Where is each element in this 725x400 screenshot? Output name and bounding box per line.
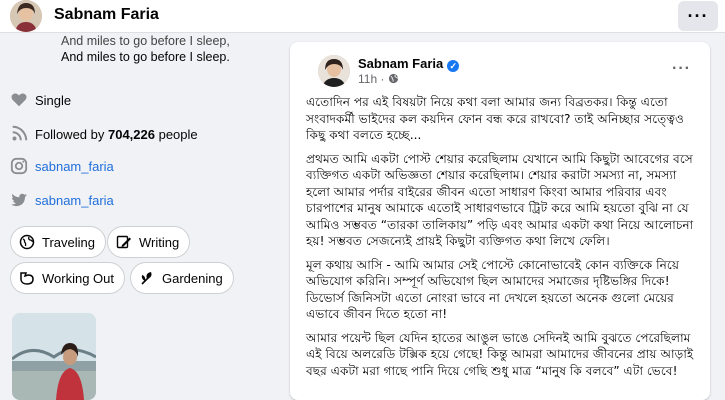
pencil-icon	[116, 234, 132, 250]
hobby-chip-traveling[interactable]: Traveling	[10, 226, 106, 258]
hobby-label: Working Out	[42, 270, 115, 286]
profile-avatar[interactable]	[10, 0, 42, 32]
followers-icon	[12, 125, 28, 141]
post-paragraph: প্রথমত আমি একটা পোস্ট শেয়ার করেছিলাম যে…	[306, 151, 694, 249]
hobby-chip-working-out[interactable]: Working Out	[10, 262, 126, 294]
twitter-row: sabnam_faria	[0, 188, 282, 212]
post-paragraph: মূল কথায় আসি - আমি আমার সেই পোস্টে কোনো…	[306, 257, 680, 322]
post-card: Sabnam Faria ✓ 11h · ··· এতোদিন পর এই বিষ…	[290, 42, 710, 400]
twitter-icon	[10, 193, 28, 207]
post-paragraph: আমার পয়েন্ট ছিল যেদিন হাতের আঙুল ভাঙে স…	[306, 330, 694, 378]
bio-line: And miles to go before I sleep.	[61, 50, 230, 64]
relationship-status: Single	[35, 92, 72, 108]
bio-line: And miles to go before I sleep,	[61, 34, 230, 48]
hobby-label: Gardening	[162, 270, 223, 286]
hobby-chip-writing[interactable]: Writing	[107, 226, 191, 258]
post-author-name[interactable]: Sabnam Faria ✓	[358, 56, 460, 72]
post-meta: 11h ·	[358, 72, 399, 86]
profile-header-bar: Sabnam Faria ···	[0, 0, 725, 33]
more-options-button[interactable]: ···	[678, 1, 718, 31]
heart-icon	[11, 93, 27, 107]
public-globe-icon	[388, 73, 398, 84]
verified-badge-icon: ✓	[447, 60, 460, 72]
post-author-avatar[interactable]	[318, 55, 350, 87]
twitter-link[interactable]: sabnam_faria	[35, 193, 114, 208]
post-text: এতোদিন পর এই বিষয়টা নিয়ে কথা বলা আমার …	[306, 94, 704, 386]
followers-row: Followed by 704,226 people	[0, 122, 282, 146]
followers-prefix: Followed by	[35, 126, 108, 142]
hobby-label: Writing	[139, 234, 180, 250]
author-name-text: Sabnam Faria	[358, 56, 444, 71]
post-timestamp[interactable]: 11h	[358, 72, 377, 86]
post-options-icon[interactable]: ···	[672, 60, 691, 78]
instagram-link[interactable]: sabnam_faria	[35, 159, 114, 174]
photo-thumbnail[interactable]	[12, 313, 96, 400]
instagram-icon	[10, 157, 28, 175]
meta-separator: ·	[380, 72, 385, 86]
bicep-icon	[19, 270, 35, 286]
relationship-row: Single	[0, 88, 282, 112]
followers-count: 704,226	[107, 126, 155, 142]
post-paragraph: এতোদিন পর এই বিষয়টা নিয়ে কথা বলা আমার …	[306, 95, 684, 142]
followers-text: Followed by 704,226 people	[35, 127, 198, 142]
instagram-row: sabnam_faria	[0, 154, 282, 178]
intro-column: And miles to go before I sleep, And mile…	[0, 33, 282, 400]
profile-name[interactable]: Sabnam Faria	[54, 6, 159, 24]
more-options-icon: ···	[687, 6, 709, 26]
hobby-chip-gardening[interactable]: Gardening	[130, 262, 234, 294]
hobby-label: Traveling	[42, 234, 95, 250]
globe-icon	[19, 234, 35, 250]
followers-suffix: people	[154, 126, 198, 142]
plant-icon	[139, 270, 155, 286]
